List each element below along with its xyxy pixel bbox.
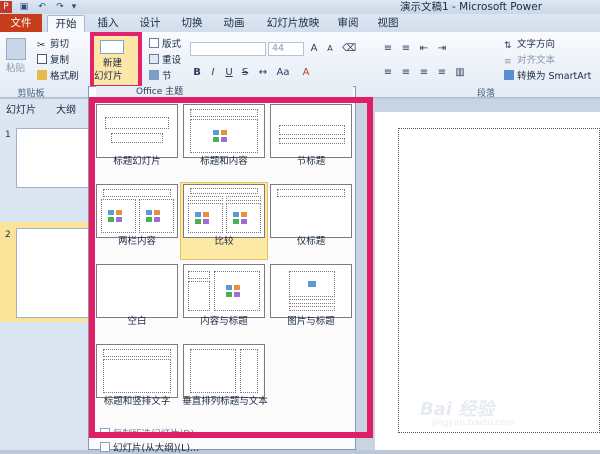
align-text-icon: ≡ [504,57,512,67]
tab-file[interactable]: 文件 [0,14,42,32]
tab-transitions[interactable]: 切换 [176,15,208,32]
slide-thumbnail-1[interactable] [16,128,92,188]
slide-number-2: 2 [5,230,11,240]
font-size-dropdown[interactable]: 44 [268,42,304,56]
cut-button[interactable]: ✂ 剪切 [37,38,69,51]
section-icon [149,70,159,80]
annotation-highlight-box [89,97,373,438]
powerpoint-icon: P [0,1,12,13]
save-icon[interactable]: ▣ [18,1,30,13]
text-direction-button[interactable]: ⇅ 文字方向 [504,38,555,51]
slide-number-1: 1 [5,130,11,140]
convert-smartart-button[interactable]: 转换为 SmartArt [504,70,591,83]
increase-indent-icon[interactable]: ⇥ [436,42,448,56]
paste-icon[interactable] [6,38,26,60]
tab-review[interactable]: 审阅 [332,15,364,32]
slide-placeholder[interactable] [398,128,600,433]
decrease-indent-icon[interactable]: ⇤ [418,42,430,56]
justify-icon[interactable]: ≡ [436,66,448,80]
columns-icon[interactable]: ▥ [454,66,466,80]
tab-view[interactable]: 视图 [372,15,404,32]
text-direction-icon: ⇅ [504,41,512,51]
underline-icon[interactable]: U [224,66,234,80]
copy-icon [37,54,47,64]
new-slide-label: 新建 [103,58,123,69]
align-center-icon[interactable]: ≡ [400,66,412,80]
paste-button[interactable]: 粘贴 [6,62,25,75]
section-button[interactable]: 节 [149,70,172,83]
bullets-icon[interactable]: ≡ [382,42,394,56]
font-name-dropdown[interactable] [190,42,266,56]
tab-slides[interactable]: 幻灯片 [6,104,46,118]
format-painter-button[interactable]: 格式刷 [37,70,79,83]
align-left-icon[interactable]: ≡ [382,66,394,80]
customize-quick-access-icon[interactable]: ▾ [68,1,80,13]
shrink-font-icon[interactable]: A [324,42,336,56]
paragraph-group-label: 段落 [476,89,495,99]
reset-icon [149,54,159,64]
copy-button[interactable]: 复制 [37,54,69,67]
outline-icon [100,442,110,452]
align-right-icon[interactable]: ≡ [418,66,430,80]
slide-thumbnail-2[interactable] [16,228,92,318]
menu-slides-from-outline[interactable]: 幻灯片(从大纲)(L)... [100,440,199,454]
paintbrush-icon [37,70,47,80]
window-title: 演示文稿1 - Microsoft Power [400,1,543,13]
reset-button[interactable]: 重设 [149,54,181,67]
watermark-url: jingyan.baidu.com [432,418,516,428]
redo-icon[interactable]: ↷ [54,1,66,13]
numbering-icon[interactable]: ≡ [400,42,412,56]
italic-icon[interactable]: I [208,66,218,80]
new-slide-label-2: 幻灯片 [94,71,123,82]
font-color-icon[interactable]: A [300,66,312,80]
char-spacing-icon[interactable]: ↔ [256,66,270,80]
strikethrough-icon[interactable]: S [240,66,250,80]
layout-button[interactable]: 版式 [149,38,181,51]
tab-insert[interactable]: 插入 [92,15,124,32]
clear-format-icon[interactable]: ⌫ [342,42,356,56]
change-case-icon[interactable]: Aa [276,66,290,80]
grow-font-icon[interactable]: A [308,42,320,56]
tab-home[interactable]: 开始 [47,15,85,32]
smartart-icon [504,70,514,80]
bold-icon[interactable]: B [192,66,202,80]
scissors-icon: ✂ [37,40,46,51]
tab-slideshow[interactable]: 幻灯片放映 [262,15,324,32]
undo-icon[interactable]: ↶ [36,1,48,13]
new-slide-icon [100,40,124,54]
clipboard-group-label: 剪贴板 [17,89,45,99]
align-text-button[interactable]: ≡ 对齐文本 [504,54,555,67]
tab-animations[interactable]: 动画 [218,15,250,32]
layout-icon [149,38,159,48]
tab-design[interactable]: 设计 [134,15,166,32]
tab-outline[interactable]: 大纲 [56,104,90,118]
